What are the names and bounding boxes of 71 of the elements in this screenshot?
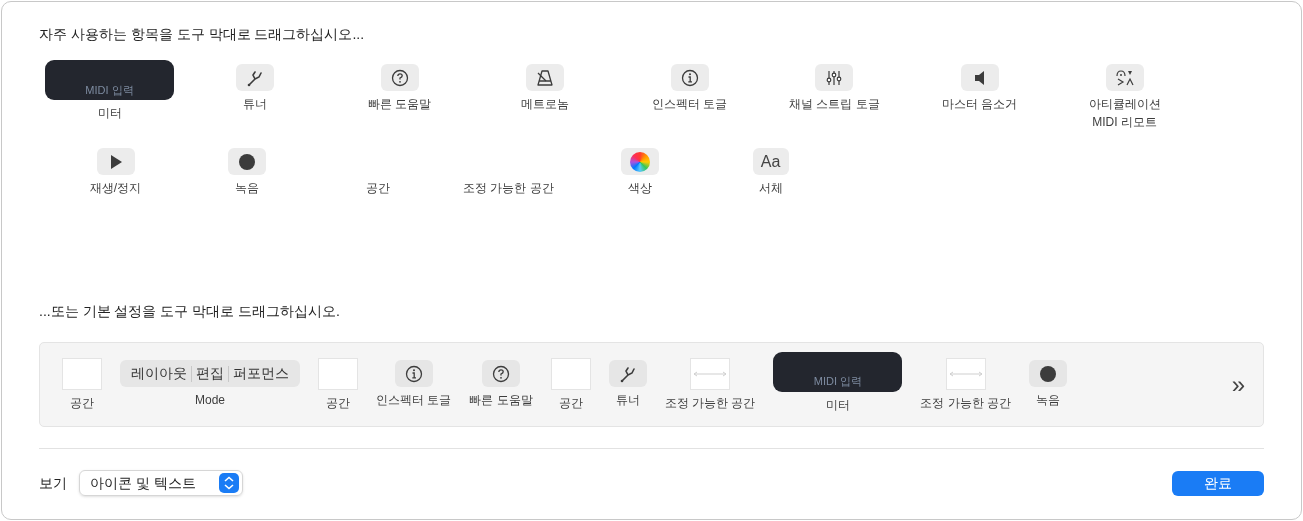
help-icon	[492, 364, 510, 383]
palette-heading: 자주 사용하는 항목을 도구 막대로 드래그하십시오...	[39, 25, 366, 44]
meter-display[interactable]: MIDI 입력	[773, 351, 903, 392]
item-label: 공간	[558, 394, 583, 412]
info-icon	[404, 364, 423, 383]
tuning-fork-icon	[245, 68, 264, 87]
toolbar-button[interactable]	[815, 64, 854, 91]
space-placeholder	[62, 357, 102, 390]
item-label: 미터	[825, 396, 850, 414]
item-label: 아티큘레이션 MIDI 리모트	[1088, 96, 1161, 131]
stepper-icon	[219, 473, 239, 493]
item-label: 녹음	[234, 180, 259, 197]
item-label: 인스펙터 토글	[376, 392, 452, 409]
toolbar-button[interactable]	[960, 64, 999, 91]
toolbar-button[interactable]	[608, 360, 647, 387]
item-label: 조정 가능한 공간	[920, 394, 1012, 412]
record-icon	[237, 152, 256, 171]
meter-display[interactable]: MIDI 입력	[45, 60, 174, 100]
item-label: 미터	[97, 105, 122, 122]
item-label: 튜너	[615, 392, 640, 409]
toolbar-button[interactable]	[227, 148, 266, 175]
speaker-icon	[972, 69, 987, 86]
mode-segmented-control[interactable]: 레이아웃 편집 퍼포먼스	[120, 360, 300, 387]
item-label: 메트로놈	[520, 96, 569, 113]
toolbar-button[interactable]	[670, 64, 709, 91]
mixer-sliders-icon	[825, 68, 844, 87]
mode-segment[interactable]: 편집	[192, 363, 228, 384]
item-label: 빠른 도움말	[469, 392, 533, 409]
toolbar-button[interactable]: Aa	[752, 148, 789, 175]
done-button[interactable]: 완료	[1172, 470, 1264, 496]
item-label: 빠른 도움말	[367, 96, 432, 113]
articulation-icon	[1114, 68, 1135, 87]
tuning-fork-icon	[618, 364, 637, 383]
item-label: 조정 가능한 공간	[664, 394, 756, 412]
toolbar-button[interactable]	[482, 360, 520, 387]
defaults-heading: ...또는 기본 설정을 도구 막대로 드래그하십시오.	[39, 302, 341, 321]
item-label: 재생/정지	[89, 180, 142, 197]
item-label: 인스펙터 토글	[651, 96, 728, 113]
toolbar-button[interactable]	[96, 148, 135, 175]
item-label: 공간	[70, 394, 94, 412]
overflow-chevron[interactable]: »	[1231, 372, 1245, 397]
item-label: 조정 가능한 공간	[463, 180, 554, 197]
space-placeholder	[318, 357, 358, 390]
item-label: Mode	[195, 392, 225, 409]
toolbar-button[interactable]	[1029, 360, 1068, 387]
item-label: 공간	[365, 180, 390, 197]
toolbar-button[interactable]	[235, 64, 274, 91]
view-label: 보기	[39, 473, 67, 493]
color-wheel-icon	[629, 151, 650, 172]
space-placeholder	[550, 357, 591, 390]
metronome-icon	[534, 68, 555, 87]
toolbar-button[interactable]	[380, 64, 419, 91]
item-label: 채널 스트립 토글	[789, 96, 880, 113]
item-label: 서체	[758, 180, 783, 197]
info-icon	[680, 68, 699, 87]
toolbar-button[interactable]	[1105, 64, 1144, 91]
item-label: 마스터 음소거	[941, 96, 1018, 113]
mode-segment[interactable]: 퍼포먼스	[229, 363, 293, 384]
mode-segment[interactable]: 레이아웃	[127, 363, 191, 384]
item-label: 공간	[326, 394, 350, 412]
help-icon	[390, 68, 409, 87]
flexible-space-placeholder	[690, 357, 730, 390]
item-label: 튜너	[242, 96, 267, 113]
toolbar-button[interactable]	[525, 64, 564, 91]
view-select[interactable]: 아이콘 및 텍스트	[79, 470, 243, 496]
toolbar-button[interactable]	[394, 360, 433, 387]
play-icon	[108, 153, 123, 170]
record-icon	[1039, 364, 1058, 383]
flexible-space-placeholder	[945, 357, 986, 390]
item-label: 색상	[627, 180, 652, 197]
item-label: 녹음	[1036, 392, 1061, 409]
